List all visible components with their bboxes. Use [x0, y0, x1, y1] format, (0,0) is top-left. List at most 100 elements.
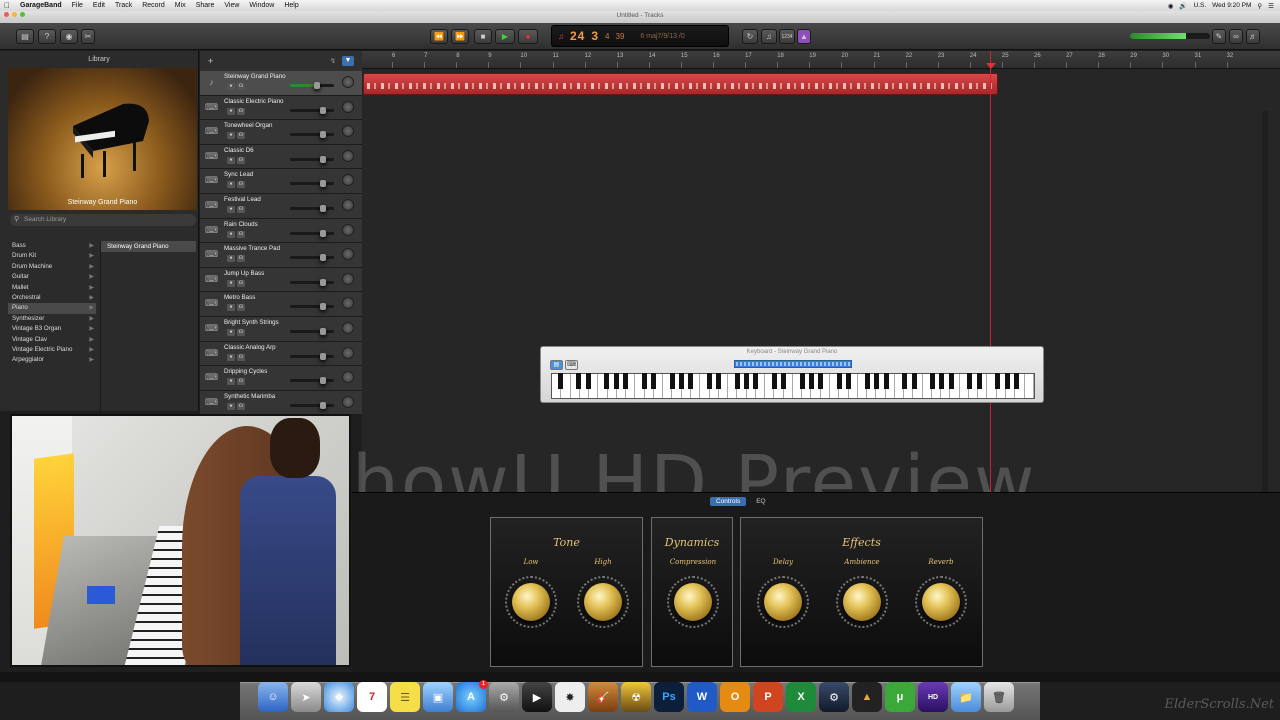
track-volume-knob[interactable]	[320, 229, 326, 237]
white-key[interactable]	[839, 374, 849, 398]
white-key[interactable]	[876, 374, 886, 398]
category-drum-machine[interactable]: Drum Machine ▶	[8, 262, 96, 272]
vlc-icon[interactable]: ▲	[852, 682, 882, 712]
pan-knob[interactable]	[342, 223, 354, 236]
track-volume-knob[interactable]	[320, 205, 326, 212]
finder-icon[interactable]: ☺	[258, 682, 288, 712]
mute-button[interactable]: ●	[227, 304, 235, 312]
app-store-icon[interactable]: A1	[456, 680, 488, 712]
headphones-icon[interactable]: ☊	[237, 378, 245, 386]
mute-button[interactable]: ●	[227, 206, 235, 213]
track-header[interactable]: ⌨ Bright Synth Strings ● ☊	[200, 317, 362, 342]
headphones-icon[interactable]: ☊	[237, 255, 245, 263]
white-key[interactable]	[923, 374, 932, 398]
low-knob[interactable]	[512, 583, 550, 621]
add-track-button[interactable]: +	[208, 56, 213, 66]
stop-button[interactable]: ■	[474, 29, 492, 44]
mute-button[interactable]: ●	[227, 353, 235, 361]
metronome-icon[interactable]: ♫	[558, 32, 564, 41]
pan-knob[interactable]	[342, 76, 354, 88]
headphones-icon[interactable]: ☊	[237, 279, 245, 287]
headphones-icon[interactable]: ☊	[237, 304, 245, 312]
white-key[interactable]	[802, 374, 812, 398]
menu-help[interactable]: Help	[284, 2, 298, 9]
category-vintage-electric-piano[interactable]: Vintage Electric Piano ▶	[8, 345, 96, 355]
track-name[interactable]: Classic Electric Piano	[224, 98, 284, 105]
steam-icon[interactable]: ⚙	[819, 682, 849, 712]
track-name[interactable]: Festival Lead	[224, 196, 261, 203]
track-header[interactable]: ⌨ Classic D6 ● ☊	[200, 144, 362, 170]
vertical-scrollbar[interactable]	[1262, 111, 1268, 531]
white-key[interactable]	[849, 374, 858, 398]
headphones-icon[interactable]: ☊	[237, 230, 245, 238]
white-key[interactable]	[950, 374, 960, 398]
white-key[interactable]	[700, 374, 710, 398]
track-header[interactable]: ⌨ Classic Electric Piano ● ☊	[200, 95, 362, 121]
library-toggle-button[interactable]: ▤	[16, 29, 34, 44]
powerpoint-icon[interactable]: P	[753, 682, 783, 712]
pan-knob[interactable]	[342, 297, 354, 310]
track-header[interactable]: ⌨ Dripping Cycles ● ☊	[200, 366, 362, 391]
white-key[interactable]	[987, 374, 997, 398]
catch-icon[interactable]: ↯	[330, 57, 336, 65]
filter-icon[interactable]: ▼	[342, 56, 354, 66]
mute-button[interactable]: ●	[227, 378, 235, 386]
track-header[interactable]: ⌨ Festival Lead ● ☊	[200, 194, 362, 219]
track-volume-knob[interactable]	[320, 131, 326, 139]
track-name[interactable]: Metro Bass	[224, 294, 255, 301]
keyboard-range-selector[interactable]	[734, 360, 852, 368]
tuner-button[interactable]: ♫	[761, 29, 777, 44]
track-name[interactable]: Classic D6	[224, 147, 254, 154]
playhead-handle[interactable]	[986, 63, 996, 69]
smart-controls-button[interactable]: ◉	[60, 29, 78, 44]
track-header[interactable]: ⌨ Classic Analog Arp ● ☊	[200, 341, 362, 367]
white-key[interactable]	[691, 374, 701, 398]
mute-button[interactable]: ●	[227, 156, 235, 164]
mute-button[interactable]: ●	[227, 83, 235, 90]
safari-icon[interactable]: ❖	[324, 682, 354, 712]
track-header[interactable]: ⌨ Sync Lead ● ☊	[200, 169, 362, 194]
category-arpeggiator[interactable]: Arpeggiator ▶	[8, 355, 96, 365]
notification-icon[interactable]: ☰	[1268, 2, 1274, 10]
track-volume-slider[interactable]	[290, 352, 334, 360]
reverb-knob[interactable]	[922, 583, 960, 621]
track-volume-knob[interactable]	[314, 82, 320, 89]
tab-eq[interactable]: EQ	[750, 497, 771, 506]
menu-app[interactable]: GarageBand	[20, 2, 62, 9]
track-name[interactable]: Tonewheel Organ	[224, 122, 273, 129]
track-volume-knob[interactable]	[320, 278, 326, 286]
track-volume-slider[interactable]	[290, 106, 334, 114]
pan-knob[interactable]	[342, 346, 354, 359]
category-synthesizer[interactable]: Synthesizer ▶	[8, 314, 96, 324]
spotlight-icon[interactable]: ⚲	[1257, 2, 1262, 10]
white-key[interactable]	[1006, 374, 1016, 398]
compression-knob[interactable]	[674, 583, 712, 621]
pan-knob[interactable]	[342, 322, 354, 334]
editors-button[interactable]: ✂	[81, 29, 95, 44]
track-header[interactable]: ⌨ Synthetic Marimba ● ☊	[200, 390, 362, 416]
track-header[interactable]: ♪ Steinway Grand Piano ● ☊	[200, 71, 362, 96]
track-volume-slider[interactable]	[290, 131, 334, 139]
pan-knob[interactable]	[342, 174, 354, 187]
track-volume-slider[interactable]	[290, 229, 334, 237]
headphones-icon[interactable]: ☊	[237, 181, 245, 189]
notes-icon[interactable]: ☰	[390, 682, 420, 712]
notepad-button[interactable]: ✎	[1212, 29, 1226, 44]
track-volume-knob[interactable]	[320, 377, 326, 385]
script-icon[interactable]: ✸	[555, 682, 585, 712]
count-in-button[interactable]: 1234	[779, 29, 795, 44]
fast-forward-button[interactable]: ⏩	[451, 29, 469, 44]
track-name[interactable]: Classic Analog Arp	[224, 344, 276, 351]
white-key[interactable]	[765, 374, 775, 398]
white-key[interactable]	[784, 374, 793, 398]
category-vintage-b3-organ[interactable]: Vintage B3 Organ ▶	[8, 324, 96, 334]
white-key[interactable]	[635, 374, 645, 398]
launchpad-icon[interactable]: ➤	[291, 682, 321, 712]
high-knob[interactable]	[584, 583, 622, 621]
white-key[interactable]	[830, 374, 840, 398]
white-key[interactable]	[598, 374, 608, 398]
headphones-icon[interactable]: ☊	[237, 402, 245, 410]
category-orchestral[interactable]: Orchestral ▶	[8, 293, 96, 303]
white-key[interactable]	[645, 374, 654, 398]
mute-button[interactable]: ●	[227, 279, 235, 287]
